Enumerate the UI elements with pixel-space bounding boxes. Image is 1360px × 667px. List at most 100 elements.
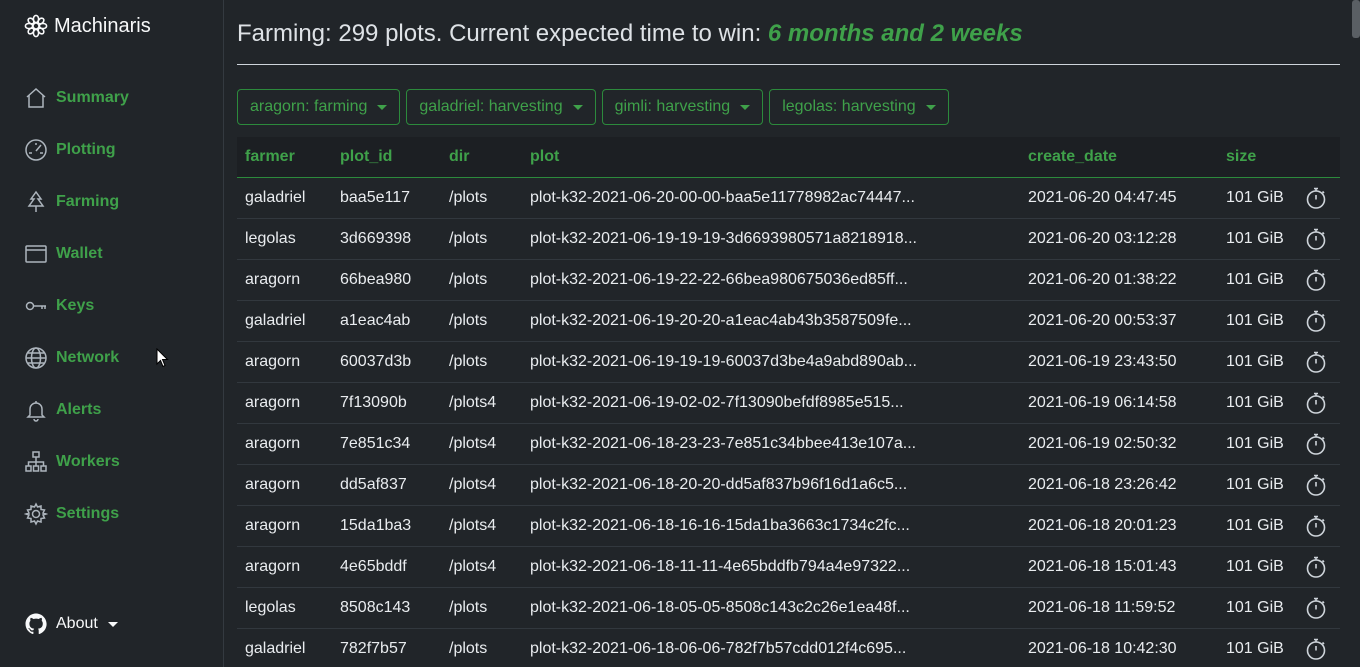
about-label: About [56, 615, 98, 632]
sidebar-item-keys[interactable]: Keys [24, 280, 214, 332]
stopwatch-icon [1306, 310, 1326, 332]
plot-id-cell: 4e65bddf [332, 546, 441, 588]
stopwatch-icon [1306, 597, 1326, 619]
size-cell: 101 GiB [1218, 628, 1296, 667]
table-row: aragorn 15da1ba3/plots4 plot-k32-2021-06-1… [237, 505, 1340, 547]
plot-check-button[interactable] [1296, 628, 1340, 667]
create-date-cell: 2021-06-20 03:12:28 [1020, 218, 1218, 260]
plot-name-cell: plot-k32-2021-06-18-23-23-7e851c34bbee41… [522, 423, 1020, 465]
sidebar-item-alerts[interactable]: Alerts [24, 384, 214, 436]
worker-dropdown-gimli[interactable]: gimli: harvesting [601, 89, 764, 125]
plot-id-cell: baa5e117 [332, 177, 441, 219]
plot-name-cell: plot-k32-2021-06-19-19-19-3d6693980571a8… [522, 218, 1020, 260]
about-dropdown[interactable]: About [24, 612, 118, 636]
stopwatch-icon [1306, 269, 1326, 291]
farmer-cell: aragorn [237, 464, 332, 506]
sidebar-nav: Summary Plotting Farming Wallet Keys Net… [24, 72, 214, 540]
plot-name-cell: plot-k32-2021-06-19-19-19-60037d3be4a9ab… [522, 341, 1020, 383]
brand[interactable]: Machinaris [24, 14, 151, 38]
globe-icon [25, 347, 47, 369]
plot-check-button[interactable] [1296, 177, 1340, 219]
sidebar-item-label: Network [56, 349, 120, 366]
plot-check-button[interactable] [1296, 587, 1340, 629]
flower-logo-icon [24, 14, 48, 38]
caret-down-icon [107, 621, 118, 627]
dir-cell: /plots4 [441, 546, 522, 588]
plot-check-button[interactable] [1296, 546, 1340, 588]
column-header-plot[interactable]: plot [522, 137, 1020, 178]
sidebar-item-summary[interactable]: Summary [24, 72, 214, 124]
worker-dropdown-legolas[interactable]: legolas: harvesting [769, 89, 949, 125]
sidebar-item-farming[interactable]: Farming [24, 176, 214, 228]
dir-cell: /plots [441, 218, 522, 260]
create-date-cell: 2021-06-19 02:50:32 [1020, 423, 1218, 465]
column-header-plot-id[interactable]: plot_id [332, 137, 441, 178]
dropdown-label: gimli: harvesting [614, 98, 731, 115]
sidebar-item-workers[interactable]: Workers [24, 436, 214, 488]
title-text: Farming: 299 plots. Current expected tim… [237, 20, 768, 47]
plot-check-button[interactable] [1296, 505, 1340, 547]
stopwatch-icon [1306, 351, 1326, 373]
plot-name-cell: plot-k32-2021-06-18-05-05-8508c143c2c26e… [522, 587, 1020, 629]
plot-name-cell: plot-k32-2021-06-18-06-06-782f7b57cdd012… [522, 628, 1020, 667]
column-header-size[interactable]: size [1218, 137, 1296, 178]
farmer-cell: galadriel [237, 628, 332, 667]
worker-dropdown-galadriel[interactable]: galadriel: harvesting [406, 89, 596, 125]
sidebar-item-wallet[interactable]: Wallet [24, 228, 214, 280]
stopwatch-icon [1306, 433, 1326, 455]
sidebar-item-label: Settings [56, 505, 120, 522]
dropdown-label: galadriel: harvesting [419, 98, 563, 115]
main-content: Farming: 299 plots. Current expected tim… [224, 0, 1360, 667]
tree-icon [27, 190, 45, 212]
bell-icon [26, 401, 46, 422]
column-header-dir[interactable]: dir [441, 137, 522, 178]
plot-check-button[interactable] [1296, 259, 1340, 301]
table-row: aragorn dd5af837/plots4 plot-k32-2021-06-1… [237, 464, 1340, 506]
sidebar-item-label: Alerts [56, 401, 102, 418]
farmer-cell: galadriel [237, 177, 332, 219]
plot-id-cell: 782f7b57 [332, 628, 441, 667]
sidebar-item-label: Keys [56, 297, 95, 314]
plot-id-cell: 60037d3b [332, 341, 441, 383]
page-title: Farming: 299 plots. Current expected tim… [237, 20, 1340, 65]
dropdown-label: aragorn: farming [250, 98, 368, 115]
plot-check-button[interactable] [1296, 382, 1340, 424]
plot-check-button[interactable] [1296, 218, 1340, 260]
create-date-cell: 2021-06-18 23:26:42 [1020, 464, 1218, 506]
farmer-cell: aragorn [237, 341, 332, 383]
sidebar-item-plotting[interactable]: Plotting [24, 124, 214, 176]
worker-dropdowns: aragorn: farming galadriel: harvesting g… [237, 89, 1340, 125]
scrollbar-thumb[interactable] [1352, 0, 1360, 38]
size-cell: 101 GiB [1218, 505, 1296, 547]
sidebar: Machinaris Summary Plotting Farming Wall… [0, 0, 224, 667]
worker-dropdown-aragorn[interactable]: aragorn: farming [237, 89, 401, 125]
plot-check-button[interactable] [1296, 341, 1340, 383]
plot-id-cell: 7f13090b [332, 382, 441, 424]
plot-id-cell: a1eac4ab [332, 300, 441, 342]
farmer-cell: galadriel [237, 300, 332, 342]
table-row: galadriel a1eac4ab/plots plot-k32-2021-06-… [237, 300, 1340, 342]
stopwatch-icon [1306, 474, 1326, 496]
farmer-cell: legolas [237, 587, 332, 629]
sidebar-item-label: Wallet [56, 245, 103, 262]
column-header-farmer[interactable]: farmer [237, 137, 332, 178]
plot-check-button[interactable] [1296, 300, 1340, 342]
sidebar-item-network[interactable]: Network [24, 332, 214, 384]
gear-icon [24, 502, 48, 526]
dir-cell: /plots4 [441, 423, 522, 465]
plot-check-button[interactable] [1296, 423, 1340, 465]
dir-cell: /plots [441, 628, 522, 667]
sidebar-item-settings[interactable]: Settings [24, 488, 214, 540]
stopwatch-icon [1306, 392, 1326, 414]
farmer-cell: aragorn [237, 505, 332, 547]
dropdown-label: legolas: harvesting [782, 98, 916, 115]
plot-check-button[interactable] [1296, 464, 1340, 506]
create-date-cell: 2021-06-18 15:01:43 [1020, 546, 1218, 588]
caret-down-icon [572, 104, 583, 110]
table-row: aragorn 7e851c34/plots4 plot-k32-2021-06-1… [237, 423, 1340, 465]
create-date-cell: 2021-06-20 04:47:45 [1020, 177, 1218, 219]
create-date-cell: 2021-06-18 20:01:23 [1020, 505, 1218, 547]
farmer-cell: aragorn [237, 423, 332, 465]
column-header-create-date[interactable]: create_date [1020, 137, 1218, 178]
stopwatch-icon [1306, 228, 1326, 250]
